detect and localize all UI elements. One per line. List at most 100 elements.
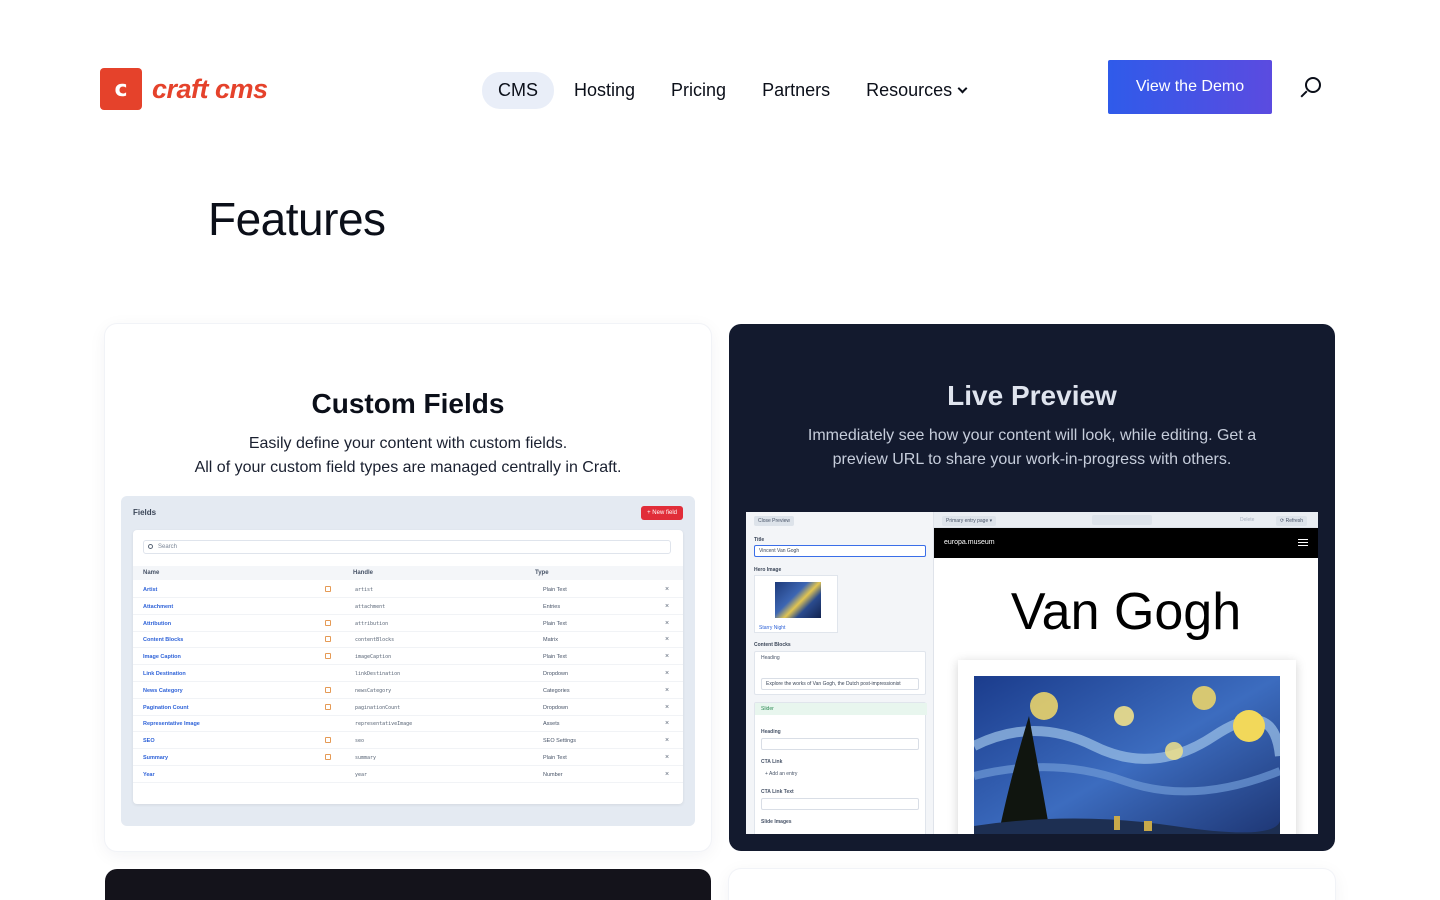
search-icon: [148, 544, 153, 549]
live-preview-screenshot: Close Preview Title Vincent Van Gogh Her…: [746, 512, 1318, 834]
field-handle: linkDestination: [355, 671, 401, 677]
translatable-icon: [325, 619, 331, 626]
table-row: Attachment attachment Entries ×: [133, 599, 683, 615]
site-header: c craft cms CMS Hosting Pricing Partners…: [0, 0, 1440, 180]
table-row: Year year Number ×: [133, 767, 683, 783]
delete-icon: ×: [665, 754, 670, 761]
fields-screenshot: Fields + New field Search Name Handle Ty…: [121, 496, 695, 826]
field-handle: year: [355, 771, 368, 778]
slider-header: [755, 703, 927, 715]
block-heading-text: Explore the works of Van Gogh, the Dutch…: [761, 678, 919, 690]
content-blocks-label: Content Blocks: [754, 642, 791, 648]
delete-icon: ×: [665, 586, 670, 593]
field-name: Image Caption: [143, 654, 181, 661]
nav-item-cms[interactable]: CMS: [482, 72, 554, 109]
field-type: Assets: [543, 721, 560, 728]
delete-icon: ×: [665, 619, 670, 627]
field-type: Plain Text: [543, 620, 567, 627]
field-name: Year: [143, 771, 155, 778]
table-row: News Category newsCategory Categories ×: [133, 683, 683, 699]
site-brand: europa.museum: [944, 539, 995, 546]
table-header: Name Handle Type: [133, 566, 683, 580]
chevron-down-icon: [957, 83, 968, 94]
field-type: Matrix: [543, 637, 558, 644]
translatable-icon: [325, 653, 331, 660]
preview-painting-frame: [958, 660, 1296, 834]
translatable-icon: [325, 586, 331, 592]
delete-icon: ×: [665, 602, 670, 610]
table-row: Image Caption imageCaption Plain Text ×: [133, 649, 683, 666]
hero-image-tile: Starry Night: [754, 575, 838, 633]
table-row: Pagination Count paginationCount Dropdown ×: [133, 700, 683, 716]
delete-icon: ×: [665, 686, 670, 694]
search-icon[interactable]: [1297, 75, 1325, 103]
field-handle: paginationCount: [355, 704, 401, 711]
cta-link-text-input: [761, 798, 919, 810]
preview-heading: Van Gogh: [1010, 583, 1242, 641]
main-nav: CMS Hosting Pricing Partners Resources: [482, 72, 986, 109]
logo-text: craft cms: [152, 73, 268, 104]
translatable-icon: [325, 754, 331, 760]
add-entry-button: + Add an entry: [765, 771, 798, 777]
field-handle: contentBlocks: [355, 637, 395, 644]
device-switcher: [1092, 515, 1152, 525]
nav-item-partners[interactable]: Partners: [746, 72, 846, 109]
fields-search: Search: [143, 540, 671, 554]
nav-item-pricing[interactable]: Pricing: [655, 72, 742, 109]
desc-line: Easily define your content with custom f…: [248, 435, 568, 452]
view-demo-button[interactable]: View the Demo: [1108, 60, 1272, 114]
refresh-button: ⟳ Refresh: [1276, 516, 1308, 526]
feature-card-partial-left: [105, 869, 711, 900]
nav-item-resources[interactable]: Resources: [850, 72, 982, 109]
block-heading-title: Heading: [761, 655, 780, 661]
table-row: Content Blocks contentBlocks Matrix ×: [133, 632, 683, 649]
logo-mark: c: [100, 68, 142, 110]
table-row: Representative Image representativeImage A…: [133, 716, 683, 733]
field-type: Entries: [543, 603, 561, 610]
delete-icon: ×: [665, 737, 670, 745]
field-name: News Category: [143, 687, 183, 694]
preview-site-header: europa.museum: [934, 528, 1318, 558]
field-handle: attribution: [355, 620, 389, 627]
page-title: Features: [208, 193, 386, 245]
field-handle: representativeImage: [355, 721, 413, 728]
delete-icon: ×: [665, 670, 670, 677]
starry-night-painting: [974, 676, 1280, 834]
search-placeholder: Search: [158, 544, 178, 550]
col-type: Type: [535, 570, 549, 576]
fields-heading: Fields: [133, 508, 157, 517]
delete-icon: ×: [665, 703, 670, 711]
table-row: Link Destination linkDestination Dropdown ×: [133, 666, 683, 682]
cta-link-text-label: CTA Link Text: [761, 789, 794, 795]
desc-line: Immediately see how your content will lo…: [807, 427, 1257, 444]
field-name: Attribution: [143, 620, 172, 627]
preview-pane: Primary entry page ▾ Delete ⟳ Refresh eu…: [934, 512, 1318, 834]
block-slider: Slider Heading CTA Link + Add an entry C…: [754, 702, 927, 834]
hamburger-menu-icon: [1298, 539, 1308, 546]
col-name: Name: [143, 570, 160, 576]
field-name: Attachment: [143, 603, 174, 610]
nav-item-resources-label: Resources: [866, 80, 953, 100]
card-description: Easily define your content with custom f…: [105, 432, 711, 480]
field-type: Number: [543, 771, 563, 778]
delete-icon: ×: [665, 636, 670, 644]
logo[interactable]: c craft cms: [100, 68, 268, 110]
col-handle: Handle: [353, 570, 374, 576]
field-type: Dropdown: [543, 671, 569, 677]
field-handle: imageCaption: [355, 654, 392, 661]
nav-item-hosting[interactable]: Hosting: [558, 72, 651, 109]
block-heading: Heading Explore the works of Van Gogh, t…: [754, 651, 926, 695]
field-handle: attachment: [355, 603, 386, 610]
field-type: Plain Text: [543, 755, 567, 761]
heading-input: [761, 738, 919, 750]
card-title: Live Preview: [947, 380, 1117, 411]
field-type: Categories: [543, 687, 570, 694]
fields-table: Search Name Handle Type Artist artist Plai…: [133, 530, 683, 804]
field-handle: newsCategory: [355, 687, 392, 694]
table-row: SEO seo SEO Settings ×: [133, 733, 683, 750]
block-slider-title: Slider: [761, 706, 774, 712]
close-preview-button: Close Preview: [754, 516, 794, 526]
cta-link-label: CTA Link: [761, 759, 783, 765]
feature-card-custom-fields: Custom Fields Easily define your content…: [105, 324, 711, 851]
field-name: Representative Image: [143, 721, 200, 728]
